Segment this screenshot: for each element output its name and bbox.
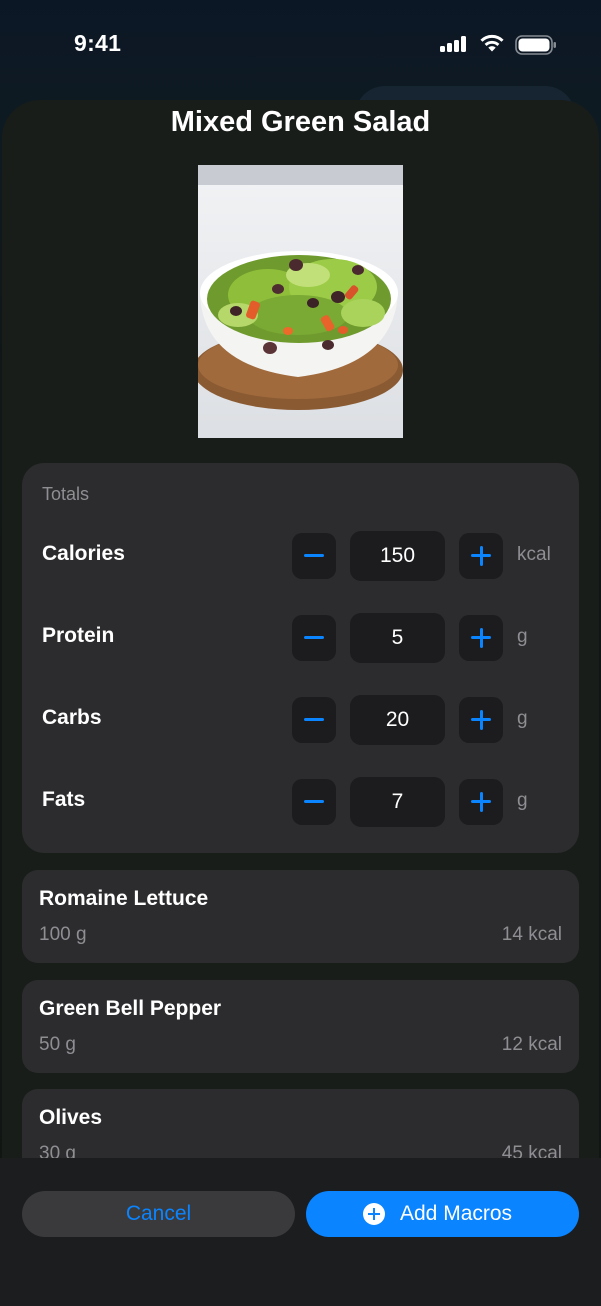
minus-icon	[304, 718, 324, 721]
battery-icon	[515, 35, 556, 55]
cancel-button[interactable]: Cancel	[22, 1191, 295, 1237]
fats-increment-button[interactable]	[459, 779, 503, 825]
calories-increment-button[interactable]	[459, 533, 503, 579]
protein-increment-button[interactable]	[459, 615, 503, 661]
macro-unit: g	[517, 790, 528, 811]
fats-decrement-button[interactable]	[292, 779, 336, 825]
macro-unit: g	[517, 626, 528, 647]
ingredient-kcal: 12 kcal	[501, 1034, 562, 1055]
minus-icon	[304, 554, 324, 557]
status-bar: 9:41	[0, 0, 601, 90]
totals-heading: Totals	[42, 484, 90, 504]
ingredient-quantity: 100 g	[39, 924, 87, 945]
ingredient-card[interactable]: Green Bell Pepper 50 g 12 kcal	[22, 980, 579, 1073]
ingredient-name: Romaine Lettuce	[39, 887, 209, 910]
ingredient-name: Olives	[39, 1106, 103, 1129]
ingredient-card[interactable]: Romaine Lettuce 100 g 14 kcal	[22, 870, 579, 963]
plus-icon-stroke	[479, 628, 483, 648]
minus-icon	[304, 636, 324, 639]
ingredient-kcal: 14 kcal	[501, 924, 562, 945]
carbs-value[interactable]: 20	[350, 695, 445, 745]
calories-decrement-button[interactable]	[292, 533, 336, 579]
add-macros-label: Add Macros	[400, 1202, 513, 1225]
macro-label: Carbs	[42, 706, 102, 729]
macro-row-carbs: Carbs 20 g	[22, 695, 579, 745]
macro-row-calories: Calories 150 kcal	[22, 531, 579, 581]
carbs-decrement-button[interactable]	[292, 697, 336, 743]
ingredient-name: Green Bell Pepper	[39, 997, 222, 1020]
meal-photo	[198, 165, 403, 438]
status-time: 9:41	[74, 30, 122, 56]
protein-decrement-button[interactable]	[292, 615, 336, 661]
macro-row-protein: Protein 5 g	[22, 613, 579, 663]
ingredient-quantity: 50 g	[39, 1034, 76, 1055]
cellular-signal-icon	[440, 36, 468, 52]
wifi-icon	[480, 34, 504, 52]
fats-value[interactable]: 7	[350, 777, 445, 827]
plus-circle-icon	[363, 1203, 385, 1225]
plus-icon-stroke	[479, 710, 483, 730]
macro-label: Calories	[42, 542, 125, 565]
macro-unit: g	[517, 708, 528, 729]
carbs-increment-button[interactable]	[459, 697, 503, 743]
macro-label: Fats	[42, 788, 86, 811]
meal-title: Mixed Green Salad	[170, 106, 431, 138]
add-macros-button[interactable]: Add Macros	[306, 1191, 579, 1237]
plus-icon-stroke	[479, 792, 483, 812]
plus-icon-stroke	[479, 546, 483, 566]
minus-icon	[304, 800, 324, 803]
macro-unit: kcal	[517, 544, 551, 565]
calories-value[interactable]: 150	[350, 531, 445, 581]
macro-row-fats: Fats 7 g	[22, 777, 579, 827]
protein-value[interactable]: 5	[350, 613, 445, 663]
macro-label: Protein	[42, 624, 115, 647]
